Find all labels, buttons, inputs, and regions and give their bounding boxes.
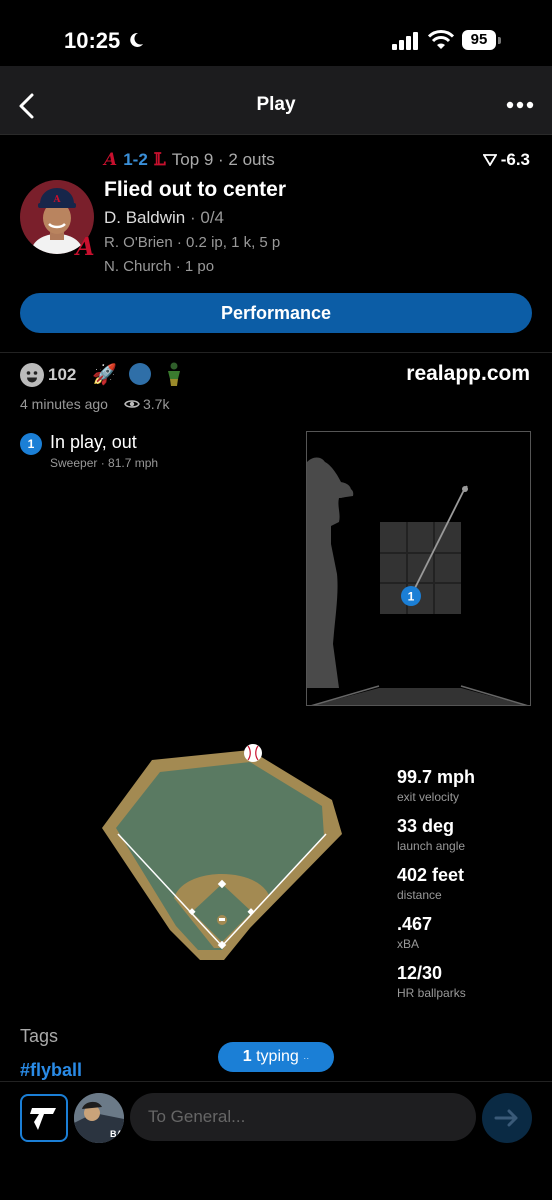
- exit-velocity-value: 99.7 mph: [397, 767, 476, 787]
- time-ago: 4 minutes ago: [20, 396, 108, 412]
- page-title: Play: [256, 94, 296, 115]
- wpa-value: -6.3: [500, 150, 530, 169]
- hr-ballparks-value: 12/30: [397, 963, 443, 983]
- typing-count: 1: [242, 1048, 252, 1065]
- batter-line[interactable]: D. Baldwin · 0/4: [104, 208, 224, 228]
- reaction-count: 102: [48, 365, 77, 384]
- smiley-icon[interactable]: [20, 363, 44, 387]
- tags-heading: Tags: [20, 1026, 59, 1046]
- svg-text:1: 1: [408, 590, 415, 604]
- pitch-title: In play, out: [50, 432, 137, 452]
- site-name[interactable]: realapp.com: [406, 362, 530, 386]
- fielder-line[interactable]: N. Church · 1 po: [104, 258, 214, 275]
- user-avatar[interactable]: BA: [74, 1093, 124, 1143]
- batter-stats: · 0/4: [185, 208, 225, 227]
- batter-name[interactable]: D. Baldwin: [104, 208, 185, 227]
- triangle-down-icon: [482, 154, 497, 166]
- launch-angle-value: 33 deg: [397, 816, 455, 836]
- typing-label: typing: [251, 1048, 299, 1065]
- signal-icon: [392, 32, 418, 50]
- more-icon[interactable]: [506, 98, 534, 112]
- typing-indicator[interactable]: 1 typing ··: [218, 1042, 334, 1072]
- moon-icon: [130, 32, 143, 47]
- braves-logo-icon: A: [104, 150, 118, 170]
- launch-angle-label: launch angle: [397, 839, 466, 853]
- message-input[interactable]: [130, 1093, 476, 1141]
- eye-icon: [124, 400, 140, 408]
- pitcher-line[interactable]: R. O'Brien · 0.2 ip, 1 k, 5 p: [104, 234, 280, 251]
- pitch-subtitle: Sweeper · 81.7 mph: [50, 456, 159, 470]
- send-icon: [494, 1109, 518, 1127]
- xba-value: .467: [397, 914, 433, 934]
- hr-ballparks-label: HR ballparks: [397, 986, 466, 1000]
- distance-label: distance: [397, 888, 442, 902]
- rocket-icon[interactable]: 🚀: [92, 362, 117, 387]
- inning-status: Top 9 · 2 outs: [171, 150, 275, 169]
- field-diagram: [102, 744, 342, 960]
- game-score: 1-2: [123, 150, 148, 169]
- divider: [0, 1081, 552, 1082]
- xba-label: xBA: [397, 937, 420, 951]
- wifi-icon: [428, 30, 454, 49]
- app-logo-icon[interactable]: [20, 1094, 68, 1142]
- blue-circle-icon[interactable]: [129, 363, 151, 385]
- typing-dots-icon: ··: [303, 1053, 310, 1063]
- send-button[interactable]: [482, 1093, 532, 1143]
- performance-button[interactable]: Performance: [20, 293, 532, 333]
- score-line: A 1-2 𝕃 Top 9 · 2 outs: [104, 150, 275, 170]
- pitch-number-badge: 1: [20, 433, 42, 455]
- views-value: 3.7k: [143, 396, 170, 412]
- battery-tip: [498, 37, 501, 44]
- divider: [0, 352, 552, 353]
- team-logo-icon: A: [76, 232, 95, 261]
- battery-indicator: 95: [462, 30, 496, 50]
- distance-value: 402 feet: [397, 865, 465, 885]
- svg-text:BA: BA: [110, 1129, 123, 1139]
- status-time: 10:25: [64, 28, 121, 53]
- cardinals-logo-icon: 𝕃: [153, 150, 166, 170]
- exit-velocity-label: exit velocity: [397, 790, 460, 804]
- tag-flyball[interactable]: #flyball: [20, 1060, 82, 1081]
- play-result: Flied out to center: [104, 178, 287, 201]
- strike-zone: 1: [306, 431, 531, 706]
- player-figure-icon[interactable]: [164, 362, 184, 386]
- win-probability: -6.3: [482, 150, 530, 170]
- view-count: 3.7k: [124, 396, 169, 412]
- svg-text:A: A: [53, 195, 62, 205]
